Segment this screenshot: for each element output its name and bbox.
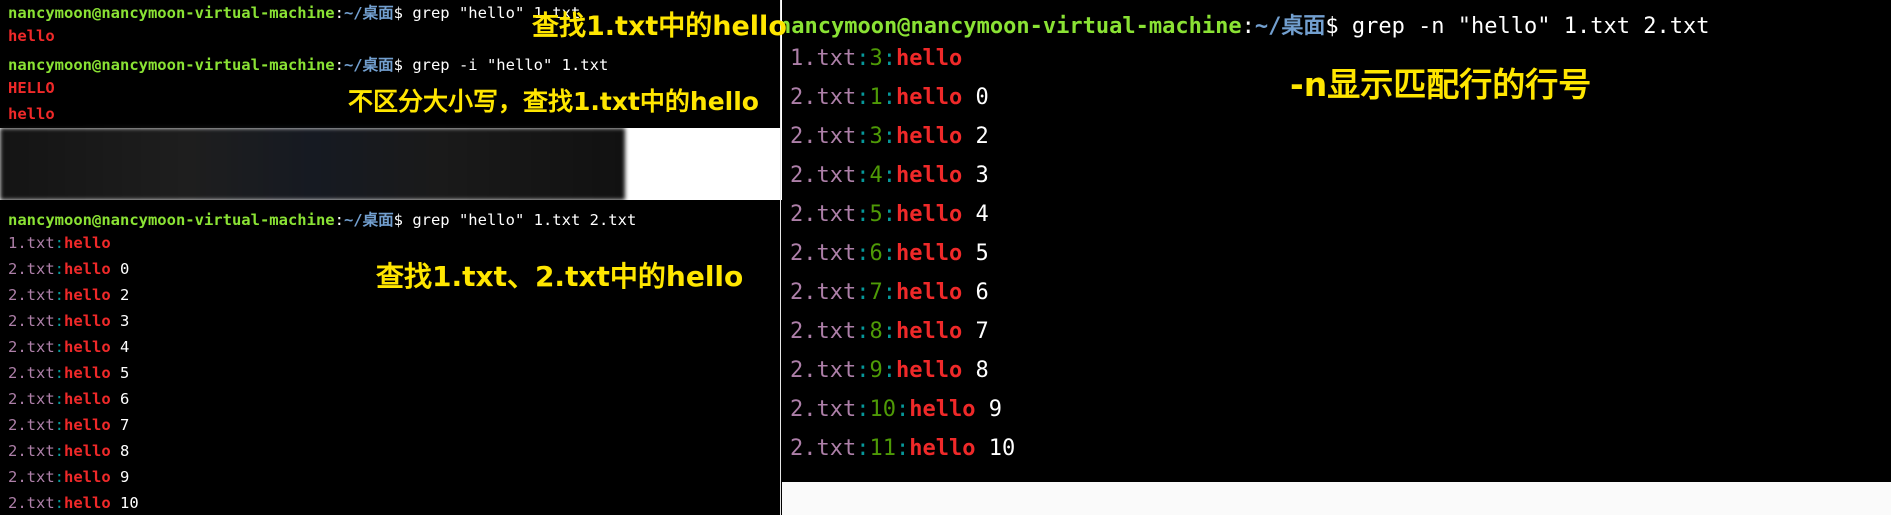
- match-text: hello: [64, 442, 111, 460]
- output-line: 2.txt:4:hello 3: [790, 163, 989, 188]
- file-name: 2.txt: [8, 260, 55, 278]
- output-line: 2.txt:7:hello 6: [790, 280, 989, 305]
- match-text: hello: [909, 436, 976, 461]
- output-line: 2.txt:3:hello 2: [790, 124, 989, 149]
- match-text: hello: [895, 241, 963, 266]
- prompt-user: nancymoon@nancymoon-virtual-machine: [8, 4, 335, 22]
- output-line: HELLO: [8, 79, 55, 97]
- prompt-path: ~/桌面: [343, 4, 394, 22]
- file-name: 2.txt: [790, 436, 857, 461]
- file-name: 2.txt: [8, 390, 55, 408]
- output-line: 2.txt:hello 2: [8, 286, 130, 304]
- line-number: 7: [869, 280, 883, 305]
- match-text: hello: [64, 494, 111, 512]
- output-line: 2.txt:hello 8: [8, 442, 130, 460]
- line-number: 8: [869, 319, 883, 344]
- prompt-line: nancymoon@nancymoon-virtual-machine:~/桌面…: [8, 56, 609, 74]
- match-text: hello: [895, 163, 963, 188]
- file-name: 2.txt: [790, 241, 857, 266]
- match-text: hello: [895, 202, 963, 227]
- line-number: 3: [869, 46, 883, 71]
- line-number: 3: [869, 124, 883, 149]
- output-line: 2.txt:hello 5: [8, 364, 130, 382]
- prompt-line: nancymoon@nancymoon-virtual-machine:~/桌面…: [8, 211, 637, 229]
- file-name: 2.txt: [8, 338, 55, 356]
- output-line: 2.txt:1:hello 0: [790, 85, 989, 110]
- line-number: 11: [869, 436, 896, 461]
- annotation-grep-line-number: -n显示匹配行的行号: [1290, 65, 1592, 104]
- prompt-line: nancymoon@nancymoon-virtual-machine:~/桌面…: [8, 4, 581, 22]
- output-line: hello: [8, 27, 55, 45]
- terminal-left-bottom[interactable]: nancymoon@nancymoon-virtual-machine:~/桌面…: [0, 200, 815, 515]
- match-text: hello: [895, 280, 963, 305]
- match-text: hello: [64, 390, 111, 408]
- match-text: hello: [895, 358, 963, 383]
- divider: [780, 0, 781, 515]
- file-name: 2.txt: [8, 468, 55, 486]
- command-text: grep "hello" 1.txt 2.txt: [402, 211, 637, 229]
- match-text: hello: [64, 286, 111, 304]
- file-name: 2.txt: [8, 286, 55, 304]
- match-text: hello: [895, 85, 963, 110]
- line-number: 6: [869, 241, 883, 266]
- match-text: hello: [895, 46, 963, 71]
- output-line: 2.txt:hello 6: [8, 390, 130, 408]
- file-name: 1.txt: [8, 234, 55, 252]
- file-name: 2.txt: [790, 163, 857, 188]
- line-number: 10: [869, 397, 896, 422]
- match-text: hello: [64, 416, 111, 434]
- output-line: 2.txt:9:hello 8: [790, 358, 989, 383]
- output-line: 2.txt:hello 7: [8, 416, 130, 434]
- window-background: [782, 482, 1891, 515]
- output-line: 2.txt:10:hello 9: [790, 397, 1002, 422]
- match-text: hello: [895, 319, 963, 344]
- output-line: 2.txt:hello 9: [8, 468, 130, 486]
- output-line: hello: [8, 105, 55, 123]
- match-text: hello: [64, 468, 111, 486]
- file-name: 2.txt: [790, 85, 857, 110]
- match-text: hello: [64, 260, 111, 278]
- output-line: 2.txt:hello 0: [8, 260, 130, 278]
- line-number: 9: [869, 358, 883, 383]
- file-name: 2.txt: [790, 280, 857, 305]
- match-text: hello: [64, 338, 111, 356]
- file-name: 2.txt: [790, 319, 857, 344]
- match-text: hello: [895, 124, 963, 149]
- file-name: 2.txt: [8, 494, 55, 512]
- file-name: 2.txt: [790, 124, 857, 149]
- prompt-line: nancymoon@nancymoon-virtual-machine:~/桌面…: [782, 14, 1710, 39]
- output-line: 2.txt:hello 4: [8, 338, 130, 356]
- file-name: 2.txt: [8, 364, 55, 382]
- file-name: 2.txt: [790, 358, 857, 383]
- file-name: 2.txt: [8, 416, 55, 434]
- annotation-grep-multi-file: 查找1.txt、2.txt中的hello: [376, 260, 744, 293]
- annotation-grep-ignore-case: 不区分大小写，查找1.txt中的hello: [348, 87, 759, 116]
- match-text: hello: [64, 312, 111, 330]
- file-name: 2.txt: [790, 397, 857, 422]
- output-line: 2.txt:hello 3: [8, 312, 130, 330]
- output-line: 2.txt:hello 10: [8, 494, 139, 512]
- file-name: 2.txt: [8, 312, 55, 330]
- output-line: 1.txt:3:hello: [790, 46, 963, 71]
- output-line: 1.txt:hello: [8, 234, 111, 252]
- output-line: 2.txt:6:hello 5: [790, 241, 989, 266]
- file-name: 2.txt: [8, 442, 55, 460]
- annotation-grep-basic: 查找1.txt中的hello: [532, 11, 787, 42]
- match-text: hello: [64, 364, 111, 382]
- command-text: grep -i "hello" 1.txt: [402, 56, 609, 74]
- file-name: 2.txt: [790, 202, 857, 227]
- output-line: 2.txt:11:hello 10: [790, 436, 1016, 461]
- output-line: 2.txt:8:hello 7: [790, 319, 989, 344]
- line-number: 4: [869, 163, 883, 188]
- match-text: hello: [909, 397, 976, 422]
- line-number: 5: [869, 202, 883, 227]
- line-number: 1: [869, 85, 883, 110]
- file-name: 1.txt: [790, 46, 857, 71]
- blurred-region: [0, 128, 625, 200]
- output-line: 2.txt:5:hello 4: [790, 202, 989, 227]
- match-text: hello: [64, 234, 111, 252]
- command-text: grep -n "hello" 1.txt 2.txt: [1338, 14, 1710, 39]
